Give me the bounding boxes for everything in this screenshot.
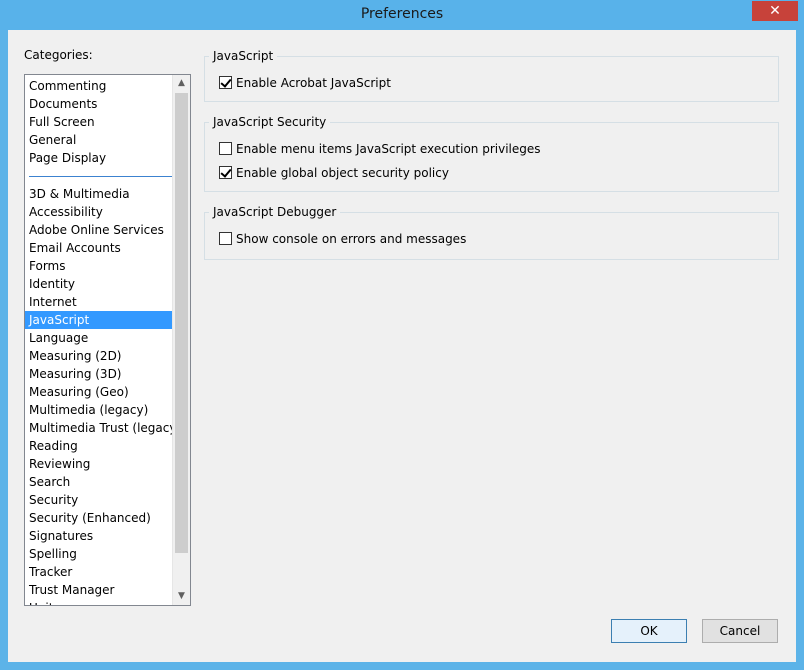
categories-list[interactable]: Commenting Documents Full Screen General Pag… [24,74,191,606]
checkbox-label: Enable menu items JavaScript execution p… [236,142,541,156]
category-item[interactable]: Units [25,599,173,605]
categories-list-items: Commenting Documents Full Screen General Pag… [25,77,181,605]
javascript-security-group: JavaScript Security Enable menu items Ja… [204,115,779,192]
category-item[interactable]: Security [25,491,173,509]
ok-button[interactable]: OK [611,619,687,643]
scroll-up-icon[interactable]: ▲ [173,75,190,92]
javascript-security-group-title: JavaScript Security [209,115,331,129]
category-item[interactable]: Documents [25,95,173,113]
close-button[interactable]: ✕ [752,1,798,21]
enable-global-object-security-checkbox[interactable]: Enable global object security policy [219,165,449,181]
category-item[interactable]: Forms [25,257,173,275]
checkbox-label: Enable Acrobat JavaScript [236,76,391,90]
category-item[interactable]: Reviewing [25,455,173,473]
category-separator [25,167,173,185]
category-item[interactable]: Tracker [25,563,173,581]
category-item[interactable]: Search [25,473,173,491]
categories-scrollbar[interactable]: ▲ ▼ [172,75,190,605]
show-console-checkbox[interactable]: Show console on errors and messages [219,231,466,247]
category-item[interactable]: Multimedia (legacy) [25,401,173,419]
scroll-down-icon[interactable]: ▼ [173,588,190,605]
category-item[interactable]: Measuring (3D) [25,365,173,383]
javascript-debugger-group-title: JavaScript Debugger [209,205,341,219]
cancel-button[interactable]: Cancel [702,619,778,643]
category-item[interactable]: Security (Enhanced) [25,509,173,527]
enable-menu-items-privileges-checkbox[interactable]: Enable menu items JavaScript execution p… [219,141,541,157]
category-item[interactable]: General [25,131,173,149]
category-item[interactable]: JavaScript [25,311,173,329]
javascript-debugger-group: JavaScript Debugger Show console on erro… [204,205,779,260]
category-item[interactable]: Multimedia Trust (legacy) [25,419,181,437]
javascript-group-title: JavaScript [209,49,278,63]
enable-acrobat-javascript-checkbox[interactable]: Enable Acrobat JavaScript [219,75,391,91]
preferences-window: Preferences ✕ Categories: Commenting Docu… [0,0,804,670]
checkbox-label: Show console on errors and messages [236,232,467,246]
category-item[interactable]: Measuring (Geo) [25,383,173,401]
javascript-group: JavaScript Enable Acrobat JavaScript [204,49,779,102]
category-item[interactable]: Full Screen [25,113,173,131]
dialog-body: Categories: Commenting Documents Full Scre… [8,30,796,662]
checkbox-icon[interactable] [219,166,232,179]
category-item[interactable]: Identity [25,275,173,293]
categories-label: Categories: [24,48,93,62]
category-item[interactable]: Page Display [25,149,173,167]
checkbox-icon[interactable] [219,76,232,89]
category-item[interactable]: Measuring (2D) [25,347,173,365]
category-item[interactable]: Language [25,329,173,347]
category-item[interactable]: Email Accounts [25,239,173,257]
category-item[interactable]: Commenting [25,77,173,95]
category-item[interactable]: 3D & Multimedia [25,185,173,203]
scrollbar-thumb[interactable] [175,93,188,553]
checkbox-icon[interactable] [219,232,232,245]
checkbox-icon[interactable] [219,142,232,155]
category-item[interactable]: Signatures [25,527,173,545]
category-item[interactable]: Accessibility [25,203,173,221]
category-item[interactable]: Spelling [25,545,173,563]
title-bar: Preferences ✕ [0,0,804,30]
category-item[interactable]: Reading [25,437,173,455]
category-item[interactable]: Trust Manager [25,581,173,599]
category-item[interactable]: Internet [25,293,173,311]
window-title: Preferences [360,6,444,22]
category-item[interactable]: Adobe Online Services [25,221,173,239]
checkbox-label: Enable global object security policy [236,166,449,180]
